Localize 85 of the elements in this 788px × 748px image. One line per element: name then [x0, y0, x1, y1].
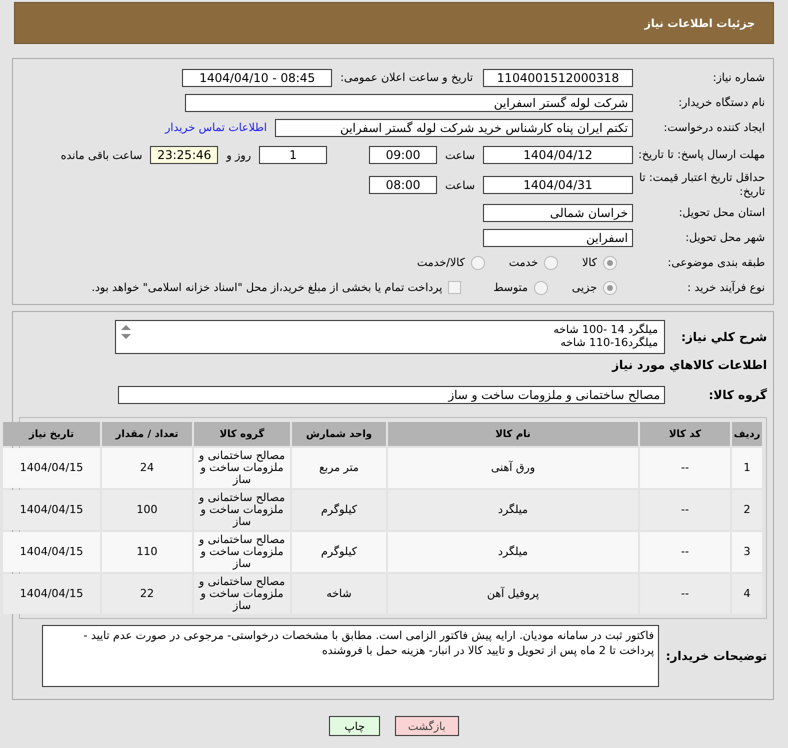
table-cell: 100	[102, 490, 192, 530]
page-title: جزئیات اطلاعات نیاز	[644, 16, 755, 30]
announce-date-field: 1404/04/10 - 08:45	[182, 68, 332, 86]
field-label: گروه کالا:	[708, 388, 768, 402]
table-cell: متر مربع	[292, 448, 386, 488]
days-field: 1	[259, 146, 328, 164]
field-label: ایجاد کننده درخواست:	[662, 121, 766, 134]
table-cell: ورق آهنی	[388, 448, 638, 488]
radio-button[interactable]	[603, 280, 617, 294]
table-cell: میلگرد	[388, 490, 638, 530]
radio-label: جزیی	[572, 281, 597, 294]
table-cell: 1	[732, 448, 762, 488]
date-field: 1404/04/31	[483, 176, 633, 194]
requester-field: تکتم ایران پناه کارشناس خرید شرکت لوله گستر اسفراین	[275, 118, 633, 136]
table-cell: مصالح ساختمانی و ملزومات ساخت و ساز	[194, 490, 290, 530]
time-field: 08:00	[369, 176, 438, 194]
column-header: گروه کالا	[194, 422, 290, 446]
table-cell: 1404/04/15	[3, 448, 100, 488]
remaining-time-field: 23:25:46	[150, 146, 218, 164]
field-label: حداقل تاریخ اعتبار قیمت: تا تاریخ:	[638, 171, 766, 199]
field-label: شهر محل تحویل:	[684, 231, 766, 244]
field-label: توضیحات خریدار:	[665, 649, 768, 663]
table-cell: 1404/04/15	[3, 574, 100, 614]
radio-label: کالا	[582, 256, 597, 269]
table-cell: 4	[732, 574, 762, 614]
column-header: تاریخ نیاز	[3, 422, 100, 446]
field-label: ساعت باقی مانده	[60, 148, 142, 162]
field-label: ساعت	[445, 148, 475, 162]
scroll-arrows-icon	[120, 324, 132, 340]
radio-button[interactable]	[534, 280, 548, 294]
radio-button[interactable]	[470, 256, 485, 270]
field-label: نام دستگاه خریدار:	[677, 96, 766, 109]
section-heading: اطلاعات کالاهاي مورد نیاز	[610, 357, 768, 374]
buyer-notes-field: فاکتور ثبت در سامانه مودیان. ارایه پیش فاکتور الزامی است. مطابق با مشخصات درخواستی- مرجوعی در صورت عدم تایید - پرداخت تا 2 ماه پس از تحویل و تایید کالا در انبار- هزینه حمل با فروشنده	[42, 625, 659, 687]
table-cell: 24	[102, 448, 192, 488]
table-cell: 1404/04/15	[3, 532, 100, 572]
table-cell: --	[640, 574, 730, 614]
field-label: نوع فرآیند خرید :	[686, 281, 766, 294]
checkbox-label: پرداخت تمام یا بخشی از مبلغ خرید،از محل "اسناد خزانه اسلامی" خواهد بود.	[92, 281, 442, 294]
radio-button[interactable]	[544, 256, 558, 270]
column-header: ردیف	[732, 422, 762, 446]
print-button[interactable]: چاپ	[329, 716, 380, 736]
column-header: تعداد / مقدار	[102, 422, 192, 446]
buyer-org-field: شرکت لوله گستر اسفراین	[185, 94, 633, 112]
table-cell: میلگرد	[388, 532, 638, 572]
field-label: ساعت	[445, 178, 475, 192]
field-label: تاریخ و ساعت اعلان عمومی:	[340, 71, 473, 84]
back-button[interactable]: بازگشت	[394, 716, 459, 736]
table-cell: پروفیل آهن	[388, 574, 638, 614]
radio-label: خدمت	[508, 256, 538, 269]
need-number-field: 1104001512000318	[483, 68, 633, 86]
table-cell: کیلوگرم	[292, 532, 386, 572]
field-label: استان محل تحویل:	[678, 206, 766, 219]
city-field: اسفراین	[483, 228, 633, 246]
province-field: خراسان شمالی	[483, 204, 633, 222]
table-cell: --	[640, 448, 730, 488]
goods-group-field: مصالح ساختمانی و ملزومات ساخت و ساز	[118, 386, 665, 404]
field-label: طبقه بندی موضوعی:	[666, 256, 766, 269]
description-field: میلگرد 14 -100 شاخه میلگرد16-110 شاخه	[115, 320, 665, 354]
table-cell: --	[640, 490, 730, 530]
table-cell: 110	[102, 532, 192, 572]
date-field: 1404/04/12	[483, 146, 633, 164]
table-cell: 3	[732, 532, 762, 572]
column-header: کد کالا	[640, 422, 730, 446]
radio-button[interactable]	[603, 256, 617, 270]
table-cell: 22	[102, 574, 192, 614]
table-cell: کیلوگرم	[292, 490, 386, 530]
buyer-contact-link[interactable]: اطلاعات تماس خریدار	[165, 121, 267, 134]
field-label: مهلت ارسال پاسخ: تا تاریخ:	[637, 148, 766, 162]
table-cell: مصالح ساختمانی و ملزومات ساخت و ساز	[194, 574, 290, 614]
table-cell: مصالح ساختمانی و ملزومات ساخت و ساز	[194, 532, 290, 572]
field-label: روز و	[226, 148, 252, 162]
table-cell: 1404/04/15	[3, 490, 100, 530]
table-cell: شاخه	[292, 574, 386, 614]
column-header: واحد شمارش	[292, 422, 386, 446]
table-cell: 2	[732, 490, 762, 530]
time-field: 09:00	[369, 146, 438, 164]
radio-label: کالا/خدمت	[417, 256, 465, 269]
field-label: شماره نیاز:	[712, 71, 766, 84]
radio-label: متوسط	[493, 281, 528, 294]
column-header: نام کالا	[388, 422, 638, 446]
table-cell: مصالح ساختمانی و ملزومات ساخت و ساز	[194, 448, 290, 488]
checkbox[interactable]	[448, 281, 462, 294]
field-label: شرح کلي نیاز:	[680, 330, 768, 344]
table-cell: --	[640, 532, 730, 572]
